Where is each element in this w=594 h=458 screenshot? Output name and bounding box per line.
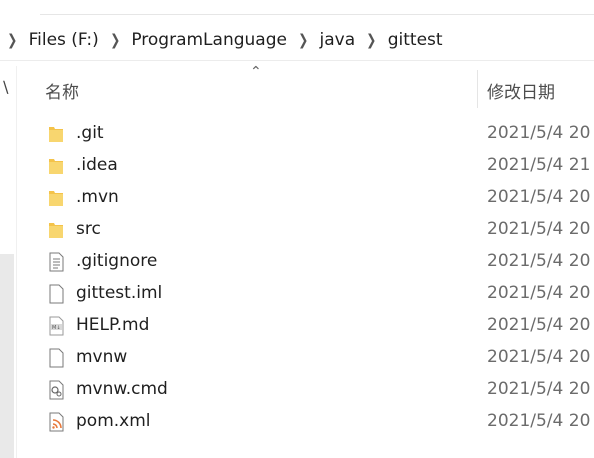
column-resize-handle[interactable] — [477, 70, 478, 108]
window-top-border — [40, 14, 594, 15]
file-name: HELP.md — [76, 315, 150, 335]
file-name: mvnw — [76, 347, 128, 367]
folder-icon — [49, 191, 63, 206]
file-date: 2021/5/4 21 — [487, 155, 591, 175]
file-name: gittest.iml — [76, 283, 163, 303]
breadcrumb: ❯ Files (F:) ❯ ProgramLanguage ❯ java ❯ … — [0, 20, 594, 60]
svg-text:M↓: M↓ — [52, 325, 61, 331]
xml-file-icon — [49, 412, 64, 432]
file-name: pom.xml — [76, 411, 151, 431]
column-header-date-modified[interactable]: 修改日期 — [487, 78, 555, 103]
markdown-file-icon: M↓ — [49, 316, 64, 336]
folder-icon — [49, 223, 63, 238]
column-header-name[interactable]: 名称 — [45, 78, 79, 103]
file-row[interactable]: mvnw 2021/5/4 20 — [18, 342, 594, 374]
file-row[interactable]: M↓ HELP.md 2021/5/4 20 — [18, 310, 594, 342]
folder-icon — [49, 127, 63, 142]
file-name: mvnw.cmd — [76, 379, 168, 399]
pane-divider[interactable] — [16, 66, 17, 458]
file-date: 2021/5/4 20 — [487, 283, 591, 303]
file-row[interactable]: .gitignore 2021/5/4 20 — [18, 246, 594, 278]
sort-ascending-icon: ⌃ — [250, 64, 262, 80]
file-date: 2021/5/4 20 — [487, 315, 591, 335]
file-date: 2021/5/4 20 — [487, 347, 591, 367]
text-file-icon — [49, 252, 64, 272]
breadcrumb-item-programlanguage[interactable]: ProgramLanguage — [131, 30, 287, 50]
file-list: .git 2021/5/4 20 .idea 2021/5/4 21 .mvn … — [18, 118, 594, 438]
file-date: 2021/5/4 20 — [487, 219, 591, 239]
folder-icon — [49, 159, 63, 174]
file-date: 2021/5/4 20 — [487, 187, 591, 207]
file-row[interactable]: .git 2021/5/4 20 — [18, 118, 594, 150]
file-name: .gitignore — [76, 251, 158, 271]
chevron-right-icon[interactable]: ❯ — [7, 31, 17, 49]
chevron-right-icon[interactable]: ❯ — [298, 31, 308, 49]
file-row[interactable]: .idea 2021/5/4 21 — [18, 150, 594, 182]
file-name: .mvn — [76, 187, 119, 207]
breadcrumb-item-java[interactable]: java — [320, 30, 356, 50]
navigation-pane-scrollbar[interactable] — [0, 254, 14, 458]
blank-file-icon — [49, 348, 64, 368]
file-date: 2021/5/4 20 — [487, 251, 591, 271]
chevron-right-icon[interactable]: ❯ — [366, 31, 376, 49]
file-row[interactable]: mvnw.cmd 2021/5/4 20 — [18, 374, 594, 406]
column-header-row: ⌃ 名称 修改日期 — [18, 64, 594, 112]
address-bar-divider — [0, 60, 594, 61]
file-row[interactable]: gittest.iml 2021/5/4 20 — [18, 278, 594, 310]
cmd-file-icon — [49, 380, 64, 400]
file-row[interactable]: src 2021/5/4 20 — [18, 214, 594, 246]
breadcrumb-item-gittest[interactable]: gittest — [388, 30, 443, 50]
file-name: src — [76, 219, 101, 239]
blank-file-icon — [49, 284, 64, 304]
file-date: 2021/5/4 20 — [487, 411, 591, 431]
chevron-right-icon[interactable]: ❯ — [110, 31, 120, 49]
file-name: .idea — [76, 155, 118, 175]
file-date: 2021/5/4 20 — [487, 379, 591, 399]
breadcrumb-item-drive[interactable]: Files (F:) — [29, 30, 99, 50]
file-row[interactable]: .mvn 2021/5/4 20 — [18, 182, 594, 214]
file-date: 2021/5/4 20 — [487, 123, 591, 143]
file-name: .git — [76, 123, 104, 143]
file-row[interactable]: pom.xml 2021/5/4 20 — [18, 406, 594, 438]
navigation-pane: ∖ — [0, 66, 14, 458]
expand-chevron-icon[interactable]: ∖ — [0, 78, 10, 97]
